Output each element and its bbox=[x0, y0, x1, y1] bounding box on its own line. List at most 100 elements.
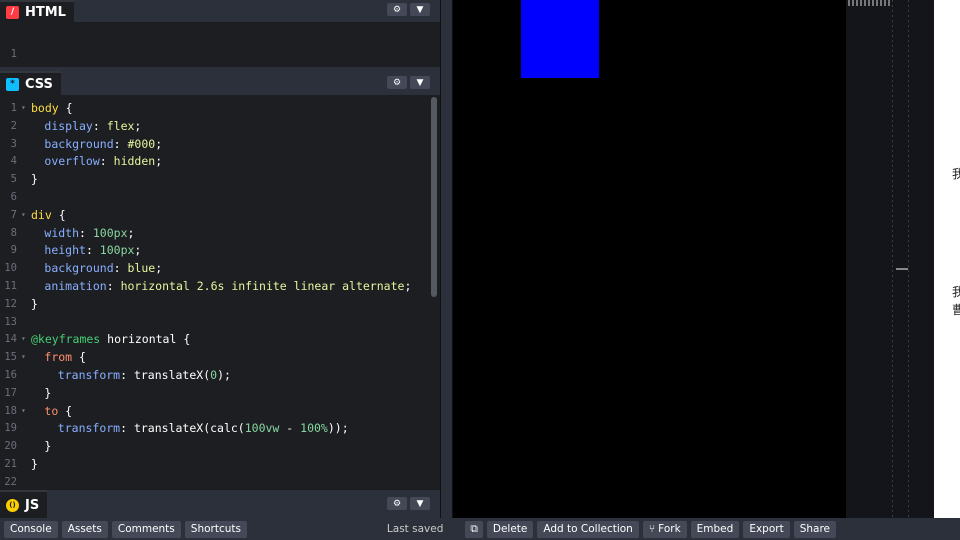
code-text: body { bbox=[31, 99, 73, 117]
code-token: body bbox=[31, 101, 59, 115]
css-scrollbar[interactable] bbox=[431, 97, 437, 297]
fold-icon[interactable]: ▾ bbox=[21, 99, 26, 117]
code-token: display bbox=[44, 118, 93, 133]
code-text: animation: horizontal 2.6s infinite line… bbox=[44, 277, 411, 295]
code-token: blue bbox=[127, 261, 156, 276]
code-token: : bbox=[99, 154, 114, 169]
code-text: transform: translateX(0); bbox=[58, 366, 231, 384]
share-button[interactable]: Share bbox=[793, 520, 836, 538]
html-pane-header: / HTML ⚙ ▼ bbox=[0, 0, 440, 22]
panel-handle[interactable] bbox=[896, 268, 908, 270]
tab-css[interactable]: * CSS bbox=[0, 71, 61, 95]
html-code-editor[interactable]: 1 <div></div> bbox=[0, 22, 440, 79]
code-token: #000 bbox=[127, 136, 156, 151]
html-settings-button[interactable]: ⚙ bbox=[387, 3, 407, 16]
code-token: 100% bbox=[300, 421, 328, 436]
js-settings-button[interactable]: ⚙ bbox=[387, 497, 407, 510]
line-number: 16 bbox=[4, 369, 17, 381]
comments-button[interactable]: Comments bbox=[111, 520, 181, 538]
tab-js[interactable]: () JS bbox=[0, 490, 48, 518]
code-token: : translateX(calc( bbox=[120, 421, 245, 436]
css-tab-label: CSS bbox=[25, 76, 53, 92]
code-text: transform: translateX(calc(100vw - 100%)… bbox=[58, 419, 349, 437]
code-text: overflow: hidden; bbox=[44, 152, 162, 170]
code-token: : bbox=[79, 225, 93, 240]
code-text: div { bbox=[31, 206, 66, 224]
code-text: } bbox=[44, 439, 52, 454]
code-token: height bbox=[44, 243, 86, 258]
code-token: : translateX( bbox=[120, 368, 211, 382]
code-token: : bbox=[85, 243, 100, 258]
fold-icon[interactable]: ▾ bbox=[21, 402, 26, 420]
side-text: 曹 bbox=[952, 303, 960, 317]
gear-icon: ⚙ bbox=[392, 77, 402, 88]
line-number: 18 bbox=[4, 404, 17, 417]
assets-button[interactable]: Assets bbox=[61, 520, 108, 538]
js-tab-label: JS bbox=[25, 497, 40, 513]
code-token: ; bbox=[155, 154, 163, 169]
side-text: 我 bbox=[952, 167, 960, 181]
code-token: flex bbox=[106, 118, 135, 133]
js-icon: () bbox=[6, 498, 19, 512]
line-number: 6 bbox=[10, 191, 17, 203]
code-token: ; bbox=[134, 118, 142, 133]
delete-button[interactable]: Delete bbox=[486, 520, 534, 538]
console-button[interactable]: Console bbox=[4, 520, 58, 538]
code-text: } bbox=[31, 172, 38, 187]
code-text: width: 100px; bbox=[44, 224, 134, 242]
code-token: ); bbox=[217, 368, 231, 382]
line-number: 19 bbox=[4, 422, 17, 435]
js-collapse-button[interactable]: ▼ bbox=[410, 497, 430, 510]
line-number: 1 bbox=[10, 48, 17, 60]
css-settings-button[interactable]: ⚙ bbox=[387, 76, 407, 89]
gear-icon: ⚙ bbox=[392, 498, 402, 509]
code-token: { bbox=[58, 403, 73, 418]
open-external-button[interactable]: ⧉ bbox=[465, 520, 483, 538]
vertical-resizer[interactable] bbox=[440, 0, 453, 518]
embed-button[interactable]: Embed bbox=[690, 520, 740, 538]
line-number: 1 bbox=[10, 102, 17, 114]
line-number: 2 bbox=[10, 119, 17, 132]
code-token: background bbox=[44, 261, 114, 276]
code-text: display: flex; bbox=[44, 117, 141, 135]
code-token: ; bbox=[127, 225, 135, 240]
html-collapse-button[interactable]: ▼ bbox=[410, 3, 430, 16]
last-saved-status: Last saved bbox=[386, 523, 444, 535]
animated-blue-box bbox=[521, 0, 599, 78]
line-number: 9 bbox=[10, 244, 17, 257]
code-token: : bbox=[106, 279, 121, 293]
add-to-collection-button[interactable]: Add to Collection bbox=[537, 520, 639, 538]
code-token: { bbox=[51, 207, 66, 222]
code-token: - bbox=[279, 421, 301, 436]
code-token: ; bbox=[134, 243, 142, 258]
code-text: background: #000; bbox=[44, 135, 162, 153]
code-token: width bbox=[44, 225, 80, 240]
code-token: @keyframes bbox=[31, 332, 101, 347]
fold-icon[interactable]: ▾ bbox=[21, 206, 26, 224]
tab-html[interactable]: / HTML bbox=[0, 0, 74, 22]
shortcuts-button[interactable]: Shortcuts bbox=[184, 520, 247, 538]
side-text-panel: 我 我 曹 bbox=[934, 0, 960, 518]
chevron-down-icon: ▼ bbox=[416, 498, 424, 509]
css-collapse-button[interactable]: ▼ bbox=[410, 76, 430, 89]
line-number: 22 bbox=[4, 475, 17, 487]
line-number: 10 bbox=[4, 262, 17, 275]
export-button[interactable]: Export bbox=[743, 520, 790, 538]
fork-button[interactable]: ⑂ Fork bbox=[642, 520, 687, 538]
fold-icon[interactable]: ▾ bbox=[21, 348, 26, 366]
css-code-editor[interactable]: 1 ▾ body {2 display: flex; 3 background: #000… bbox=[0, 95, 440, 487]
result-preview bbox=[453, 0, 846, 518]
fold-icon[interactable]: ▾ bbox=[21, 330, 26, 348]
line-number: 20 bbox=[4, 440, 17, 453]
code-token: 100vw bbox=[244, 421, 280, 436]
css-pane-header: * CSS ⚙ ▼ bbox=[0, 71, 440, 95]
html-tab-label: HTML bbox=[25, 4, 66, 20]
external-link-icon: ⧉ bbox=[470, 522, 478, 535]
code-token: { bbox=[72, 350, 86, 365]
line-number: 13 bbox=[4, 315, 17, 328]
code-token: { bbox=[58, 101, 73, 115]
chevron-down-icon: ▼ bbox=[416, 4, 424, 15]
code-token: : bbox=[92, 118, 107, 133]
line-number: 14 bbox=[4, 333, 17, 346]
chevron-down-icon: ▼ bbox=[416, 77, 424, 88]
